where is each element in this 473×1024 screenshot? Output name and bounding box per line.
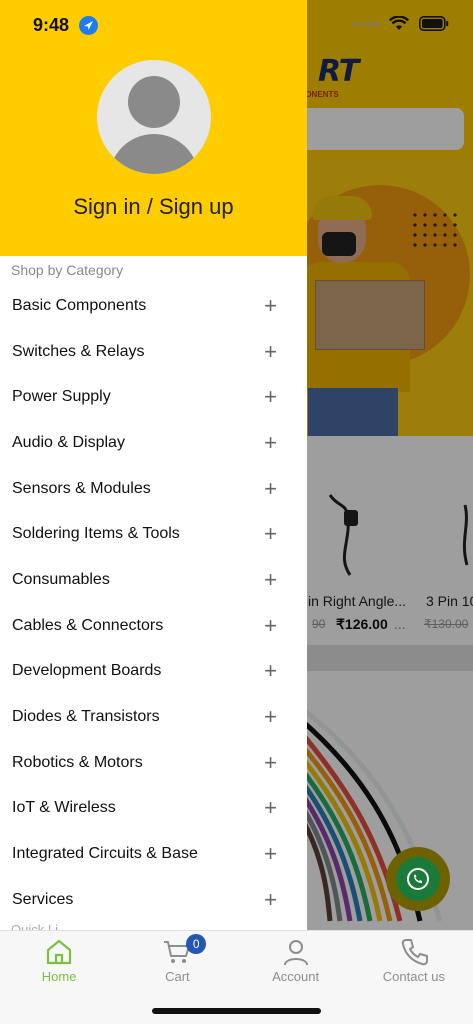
category-label: Sensors & Modules: [12, 479, 151, 497]
whatsapp-button[interactable]: [386, 847, 450, 911]
side-drawer: Sign in / Sign up Shop by Category Basic…: [0, 0, 307, 930]
category-item[interactable]: Integrated Circuits & Base +: [0, 831, 307, 877]
category-item[interactable]: Robotics & Motors +: [0, 740, 307, 786]
wifi-icon: [389, 16, 409, 30]
plus-icon[interactable]: +: [264, 843, 277, 865]
category-label: Cables & Connectors: [12, 616, 164, 634]
category-item[interactable]: Consumables +: [0, 557, 307, 603]
category-item[interactable]: Basic Components +: [0, 283, 307, 329]
avatar[interactable]: [97, 60, 211, 174]
category-item[interactable]: Switches & Relays +: [0, 329, 307, 375]
category-item[interactable]: Sensors & Modules +: [0, 466, 307, 512]
nav-contact[interactable]: Contact us: [355, 931, 473, 1024]
sign-in-link[interactable]: Sign in / Sign up: [0, 194, 307, 220]
cart-count-badge: 0: [186, 934, 207, 954]
category-item[interactable]: Services +: [0, 877, 307, 923]
nav-home-label: Home: [41, 969, 77, 984]
category-label: Switches & Relays: [12, 342, 145, 360]
status-icons: [354, 16, 449, 31]
plus-icon[interactable]: +: [264, 294, 277, 317]
plus-icon[interactable]: +: [264, 340, 277, 363]
category-label: Diodes & Transistors: [12, 708, 160, 726]
category-label: Power Supply: [12, 388, 111, 406]
section-title: Shop by Category: [11, 262, 124, 278]
category-label: IoT & Wireless: [12, 799, 116, 817]
battery-icon: [419, 16, 449, 31]
plus-icon[interactable]: +: [264, 797, 277, 819]
category-item[interactable]: Cables & Connectors +: [0, 603, 307, 649]
category-item[interactable]: Power Supply +: [0, 374, 307, 420]
category-item[interactable]: IoT & Wireless +: [0, 786, 307, 832]
nav-contact-label: Contact us: [382, 969, 445, 984]
account-icon: [283, 940, 308, 966]
next-section-title: Quick Li...: [11, 922, 69, 930]
category-label: Soldering Items & Tools: [12, 525, 180, 543]
category-label: Basic Components: [12, 296, 147, 314]
plus-icon[interactable]: +: [264, 386, 277, 408]
home-icon: [47, 939, 72, 965]
category-label: Consumables: [12, 570, 110, 588]
avatar-body: [109, 134, 199, 174]
nav-cart-label: Cart: [165, 969, 190, 984]
phone-icon: [401, 939, 428, 966]
category-label: Services: [12, 890, 74, 908]
category-label: Integrated Circuits & Base: [12, 845, 198, 863]
plus-icon[interactable]: +: [264, 751, 277, 774]
drawer-header: Sign in / Sign up: [0, 0, 307, 256]
location-arrow-icon: [79, 16, 98, 35]
category-label: Robotics & Motors: [12, 753, 143, 771]
home-indicator[interactable]: [152, 1008, 321, 1014]
category-item[interactable]: Development Boards +: [0, 649, 307, 695]
category-item[interactable]: Soldering Items & Tools +: [0, 511, 307, 557]
avatar-head: [128, 76, 180, 128]
status-time: 9:48: [33, 15, 70, 35]
category-item[interactable]: Diodes & Transistors +: [0, 694, 307, 740]
plus-icon[interactable]: +: [264, 431, 277, 454]
category-item[interactable]: Audio & Display +: [0, 420, 307, 466]
nav-home[interactable]: Home: [0, 931, 118, 1024]
plus-icon[interactable]: +: [264, 614, 277, 637]
category-label: Development Boards: [12, 662, 162, 680]
whatsapp-icon: [396, 857, 440, 901]
nav-account-label: Account: [272, 969, 320, 984]
category-label: Audio & Display: [12, 433, 125, 451]
plus-icon[interactable]: +: [264, 477, 277, 500]
plus-icon[interactable]: +: [264, 660, 277, 682]
plus-icon[interactable]: +: [264, 888, 277, 911]
signal-icon: [354, 21, 379, 26]
plus-icon[interactable]: +: [264, 706, 277, 728]
plus-icon[interactable]: +: [264, 568, 277, 591]
plus-icon[interactable]: +: [264, 523, 277, 545]
category-list: Basic Components + Switches & Relays + Pow…: [0, 283, 307, 923]
